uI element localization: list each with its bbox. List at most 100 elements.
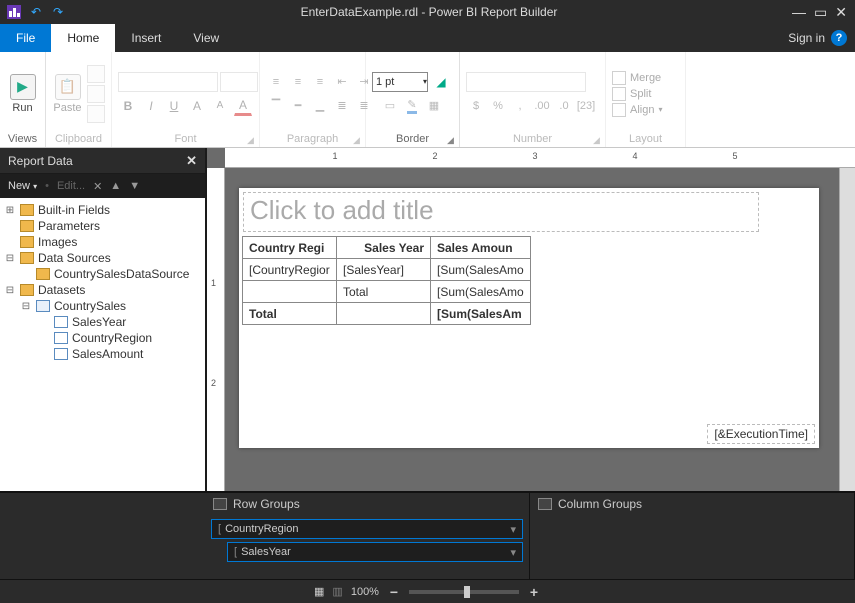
comma-button[interactable]: , bbox=[510, 96, 530, 116]
tab-insert[interactable]: Insert bbox=[115, 24, 177, 52]
align-right-button[interactable]: ≡ bbox=[310, 72, 330, 92]
tree-field-salesyear[interactable]: SalesYear bbox=[2, 314, 203, 330]
print-layout-icon[interactable]: ▥ bbox=[332, 585, 342, 598]
maximize-icon[interactable]: ▭ bbox=[814, 4, 827, 21]
percent-button[interactable]: % bbox=[488, 96, 508, 116]
align-button[interactable]: Align ▾ bbox=[612, 103, 662, 117]
move-down-icon[interactable]: ▼ bbox=[129, 180, 140, 192]
tree-field-salesamount[interactable]: SalesAmount bbox=[2, 346, 203, 362]
row-group-countryregion[interactable]: [CountryRegion▾ bbox=[211, 519, 523, 539]
title-placeholder[interactable]: Click to add title bbox=[243, 192, 759, 232]
merge-button[interactable]: Merge bbox=[612, 71, 662, 85]
col-header-2[interactable]: Sales Year bbox=[337, 237, 431, 259]
move-up-icon[interactable]: ▲ bbox=[110, 180, 121, 192]
redo-icon[interactable]: ↷ bbox=[50, 4, 66, 20]
currency-button[interactable]: $ bbox=[466, 96, 486, 116]
format-painter-button[interactable] bbox=[87, 105, 105, 123]
bold-button[interactable]: B bbox=[118, 96, 138, 116]
signin-link[interactable]: Sign in bbox=[788, 31, 825, 45]
undo-icon[interactable]: ↶ bbox=[28, 4, 44, 20]
play-icon: ▶ bbox=[10, 74, 36, 100]
shrink-font-button[interactable]: A bbox=[210, 96, 230, 116]
cell-r3c3[interactable]: [Sum(SalesAm bbox=[431, 303, 531, 325]
tree-datasets[interactable]: ⊟Datasets bbox=[2, 282, 203, 298]
paragraph-dialog-launcher[interactable]: ◢ bbox=[353, 135, 363, 145]
edit-button[interactable]: Edit... bbox=[57, 180, 85, 192]
clipboard-icon: 📋 bbox=[55, 74, 81, 100]
align-left-button[interactable]: ≡ bbox=[266, 72, 286, 92]
folder-icon bbox=[20, 220, 34, 232]
panel-close-icon[interactable]: ✕ bbox=[186, 153, 197, 169]
row-group-salesyear[interactable]: [SalesYear▾ bbox=[227, 542, 523, 562]
tab-home[interactable]: Home bbox=[51, 24, 115, 52]
matrix-table[interactable]: Country Regi Sales Year Sales Amoun [Cou… bbox=[242, 236, 531, 325]
cell-r2c2[interactable]: Total bbox=[337, 281, 431, 303]
indent-dec-button[interactable]: ⇤ bbox=[332, 72, 352, 92]
font-color-button[interactable]: A bbox=[233, 96, 253, 116]
report-data-title: Report Data bbox=[8, 154, 73, 168]
minimize-icon[interactable]: — bbox=[792, 4, 806, 21]
grow-font-button[interactable]: A bbox=[187, 96, 207, 116]
zoom-slider[interactable] bbox=[409, 590, 519, 594]
border-style-button[interactable]: ▭ bbox=[380, 96, 400, 116]
tree-parameters[interactable]: Parameters bbox=[2, 218, 203, 234]
tree-builtin[interactable]: ⊞Built-in Fields bbox=[2, 202, 203, 218]
view-mode-icon[interactable]: ▦ bbox=[314, 585, 324, 598]
vertical-scrollbar[interactable] bbox=[839, 168, 855, 491]
tab-file[interactable]: File bbox=[0, 24, 51, 52]
fill-color-button[interactable]: ◢ bbox=[430, 72, 452, 92]
cell-r2c3[interactable]: [Sum(SalesAmo bbox=[431, 281, 531, 303]
zoom-out-button[interactable]: − bbox=[387, 584, 401, 600]
valign-bot-button[interactable]: ▁ bbox=[310, 96, 330, 116]
tree-images[interactable]: Images bbox=[2, 234, 203, 250]
font-size-select[interactable] bbox=[220, 72, 258, 92]
valign-mid-button[interactable]: ━ bbox=[288, 96, 308, 116]
new-menu[interactable]: New ▾ bbox=[8, 180, 37, 192]
help-icon[interactable]: ? bbox=[831, 30, 847, 46]
split-button[interactable]: Split bbox=[612, 87, 662, 101]
cell-r3c1[interactable]: Total bbox=[243, 303, 337, 325]
valign-top-button[interactable]: ▔ bbox=[266, 96, 286, 116]
align-center-button[interactable]: ≡ bbox=[288, 72, 308, 92]
italic-button[interactable]: I bbox=[141, 96, 161, 116]
border-preset-button[interactable]: ▦ bbox=[424, 96, 444, 116]
border-width-select[interactable]: 1 pt▾ bbox=[372, 72, 428, 92]
execution-time-placeholder[interactable]: [&ExecutionTime] bbox=[707, 424, 815, 444]
font-dialog-launcher[interactable]: ◢ bbox=[247, 135, 257, 145]
tab-view[interactable]: View bbox=[177, 24, 235, 52]
tree-datasource-item[interactable]: CountrySalesDataSource bbox=[2, 266, 203, 282]
report-page[interactable]: Click to add title Country Regi Sales Ye… bbox=[239, 188, 819, 448]
chevron-down-icon[interactable]: ▾ bbox=[510, 523, 516, 536]
border-dialog-launcher[interactable]: ◢ bbox=[447, 135, 457, 145]
bullets-button[interactable]: ≣ bbox=[332, 96, 352, 116]
font-family-select[interactable] bbox=[118, 72, 218, 92]
placeholder-button[interactable]: [23] bbox=[576, 96, 596, 116]
cell-r1c3[interactable]: [Sum(SalesAmo bbox=[431, 259, 531, 281]
row-groups-label: Row Groups bbox=[233, 497, 300, 511]
cell-r1c1[interactable]: [CountryRegior bbox=[243, 259, 337, 281]
number-format-select[interactable] bbox=[466, 72, 586, 92]
delete-icon[interactable]: ✕ bbox=[93, 180, 102, 193]
decrease-decimal-button[interactable]: .0 bbox=[554, 96, 574, 116]
increase-decimal-button[interactable]: .00 bbox=[532, 96, 552, 116]
number-dialog-launcher[interactable]: ◢ bbox=[593, 135, 603, 145]
tree-field-countryregion[interactable]: CountryRegion bbox=[2, 330, 203, 346]
run-button[interactable]: ▶Run bbox=[6, 61, 39, 127]
cut-button[interactable] bbox=[87, 65, 105, 83]
col-header-1[interactable]: Country Regi bbox=[243, 237, 337, 259]
split-icon bbox=[612, 87, 626, 101]
cell-r2c1[interactable] bbox=[243, 281, 337, 303]
cell-r3c2[interactable] bbox=[337, 303, 431, 325]
close-icon[interactable]: ✕ bbox=[835, 4, 847, 21]
zoom-level[interactable]: 100% bbox=[351, 586, 379, 598]
zoom-in-button[interactable]: + bbox=[527, 584, 541, 600]
cell-r1c2[interactable]: [SalesYear] bbox=[337, 259, 431, 281]
chevron-down-icon[interactable]: ▾ bbox=[510, 546, 516, 559]
copy-button[interactable] bbox=[87, 85, 105, 103]
tree-dataset-item[interactable]: ⊟CountrySales bbox=[2, 298, 203, 314]
col-header-3[interactable]: Sales Amoun bbox=[431, 237, 531, 259]
tree-datasources[interactable]: ⊟Data Sources bbox=[2, 250, 203, 266]
paste-button[interactable]: 📋Paste bbox=[52, 61, 83, 127]
underline-button[interactable]: U bbox=[164, 96, 184, 116]
border-color-button[interactable]: ✎ bbox=[402, 96, 422, 116]
